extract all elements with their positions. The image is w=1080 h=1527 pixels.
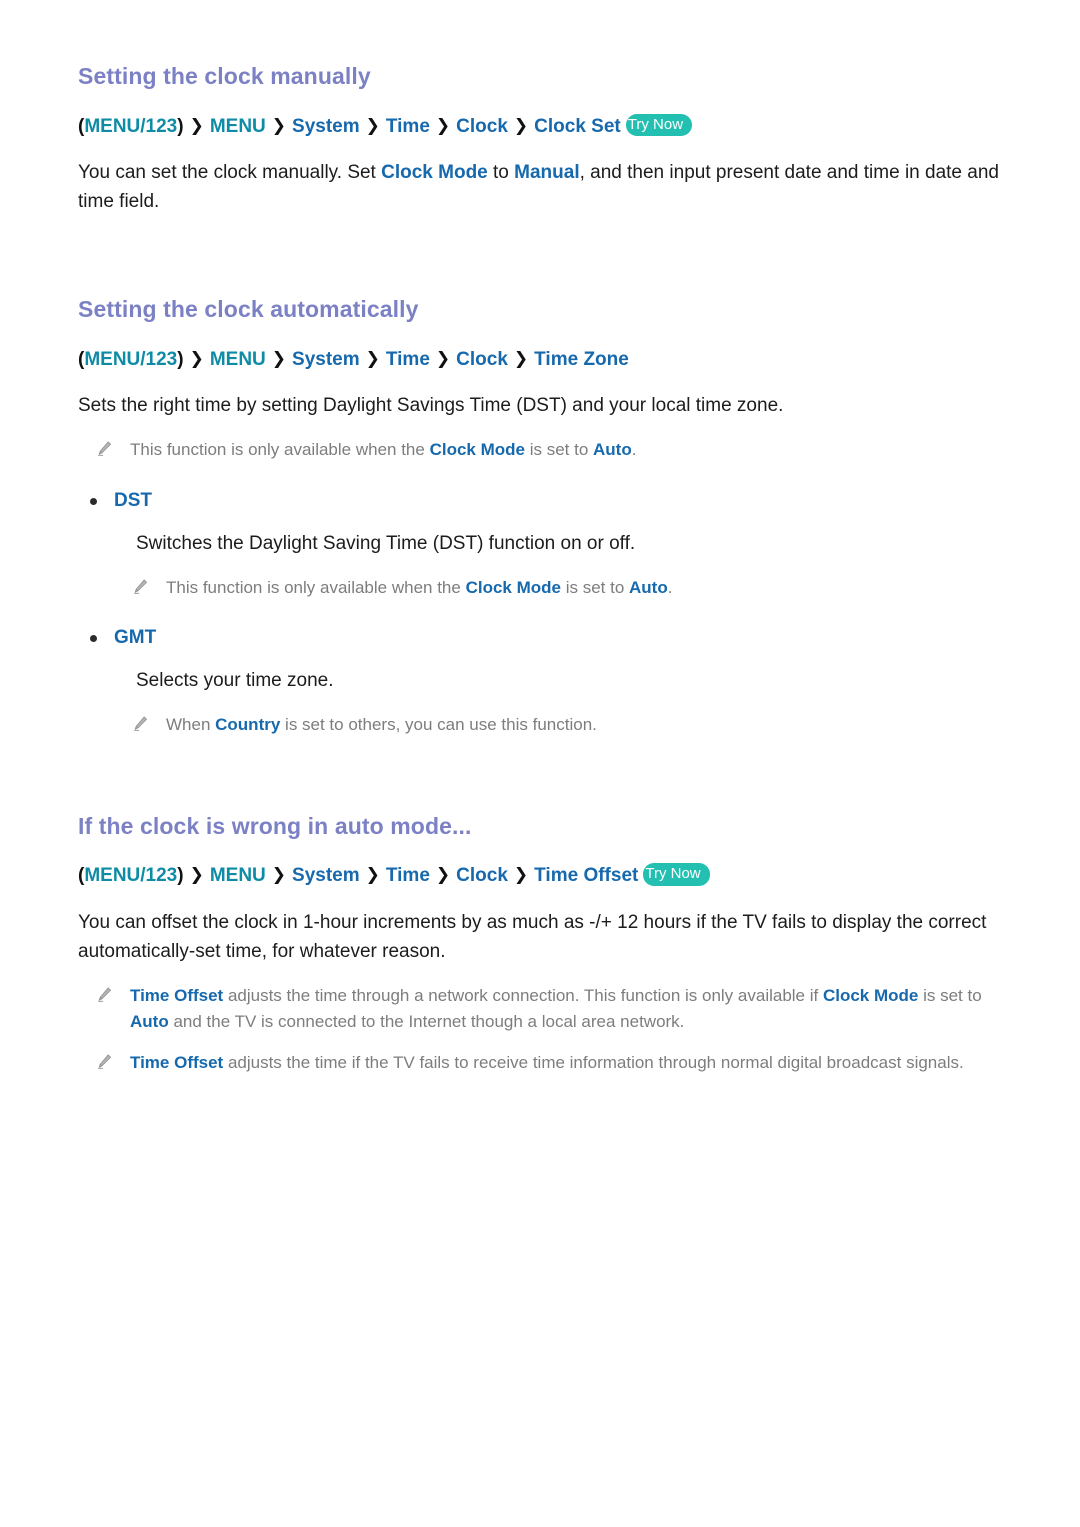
breadcrumb-item-clock[interactable]: Clock [456, 865, 508, 886]
breadcrumb-item-time[interactable]: Time [386, 865, 430, 886]
breadcrumb-item-menu[interactable]: MENU [210, 116, 266, 137]
chevron-right-icon: ❯ [513, 865, 529, 885]
note-item: Time Offset adjusts the time through a n… [88, 983, 1003, 1035]
section-setting-clock-manually: Setting the clock manually (MENU/123) ❯ ME… [78, 62, 1003, 217]
chevron-right-icon: ❯ [365, 115, 380, 135]
breadcrumb-menu-key[interactable]: MENU/123 [84, 865, 177, 886]
note-text: adjusts the time if the TV fails to rece… [223, 1053, 964, 1073]
page-title: Setting the clock manually [78, 63, 371, 89]
section-clock-wrong-auto-mode: If the clock is wrong in auto mode... (M… [78, 812, 1003, 1076]
body-text: Sets the right time by setting Daylight … [78, 395, 784, 417]
chevron-right-icon: ❯ [365, 865, 380, 885]
chevron-right-icon: ❯ [513, 348, 529, 368]
highlight-time-offset: Time Offset [130, 1053, 224, 1073]
try-now-badge[interactable]: Try Now [625, 113, 693, 136]
pencil-icon [98, 1054, 111, 1070]
note-text: This function is only available when the [166, 577, 466, 597]
try-now-badge[interactable]: Try Now [643, 863, 710, 886]
note-text: is set to [524, 440, 593, 460]
note-text: adjusts the time through a network conne… [223, 985, 823, 1005]
section-setting-clock-automatically: Setting the clock automatically (MENU/12… [78, 295, 1003, 738]
chevron-right-icon: ❯ [271, 115, 287, 135]
highlight-clock-mode: Clock Mode [465, 577, 561, 597]
list-item-gmt: GMT Selects your time zone. When Country… [78, 626, 1003, 737]
highlight-auto: Auto [130, 1011, 169, 1031]
highlight-clock-mode: Clock Mode [822, 985, 919, 1005]
option-description: Selects your time zone. [136, 670, 334, 692]
breadcrumb: (MENU/123) ❯ MENU ❯ System ❯ Time ❯ Clock ❯ Time Z… [78, 346, 1003, 375]
chevron-right-icon: ❯ [189, 115, 204, 135]
pencil-icon [98, 987, 111, 1002]
section-body: You can set the clock manually. Set Cloc… [78, 159, 1003, 217]
section-body: You can offset the clock in 1-hour incre… [78, 909, 1003, 967]
manual-page: Setting the clock manually (MENU/123) ❯ ME… [0, 0, 1080, 1527]
pencil-icon [98, 441, 111, 456]
bullet-dot-icon [90, 497, 97, 505]
highlight-auto: Auto [629, 577, 668, 597]
note-item: This function is only available when the… [124, 575, 1003, 601]
body-text: You can offset the clock in 1-hour incre… [78, 911, 987, 962]
note-item: Time Offset adjusts the time if the TV f… [88, 1050, 1003, 1076]
body-text: to [487, 162, 515, 184]
chevron-right-icon: ❯ [435, 865, 451, 885]
note-text: This function is only available when the [130, 440, 430, 460]
note-text: is set to [560, 577, 629, 597]
chevron-right-icon: ❯ [189, 348, 204, 368]
chevron-right-icon: ❯ [271, 865, 287, 885]
breadcrumb-item-clock-set[interactable]: Clock Set [534, 116, 621, 137]
breadcrumb-item-menu[interactable]: MENU [210, 865, 266, 886]
bullet-dot-icon [90, 635, 97, 643]
highlight-auto: Auto [593, 440, 632, 460]
note-text: and the TV is connected to the Internet … [168, 1011, 685, 1031]
breadcrumb-item-system[interactable]: System [292, 116, 360, 137]
note-item: When Country is set to others, you can u… [124, 712, 1003, 738]
page-content: Setting the clock manually (MENU/123) ❯ ME… [78, 62, 1003, 1120]
breadcrumb: (MENU/123) ❯ MENU ❯ System ❯ Time ❯ Clock ❯ Time O… [78, 862, 1003, 891]
breadcrumb-menu-key[interactable]: MENU/123 [84, 116, 177, 137]
breadcrumb-item-menu[interactable]: MENU [210, 349, 266, 370]
list-item-dst: DST Switches the Daylight Saving Time (D… [78, 489, 1003, 600]
breadcrumb-menu-key[interactable]: MENU/123 [84, 349, 177, 370]
highlight-clock-mode: Clock Mode [381, 162, 488, 184]
chevron-right-icon: ❯ [365, 348, 380, 368]
highlight-clock-mode: Clock Mode [429, 440, 525, 460]
breadcrumb: (MENU/123) ❯ MENU ❯ System ❯ Time ❯ Clock ❯ Clock … [78, 113, 1003, 142]
breadcrumb-item-time[interactable]: Time [386, 116, 430, 137]
breadcrumb-item-time[interactable]: Time [386, 349, 430, 370]
note-text: . [631, 440, 637, 460]
note-text: is set to [918, 985, 982, 1005]
chevron-right-icon: ❯ [435, 115, 451, 135]
option-label: DST [114, 489, 152, 511]
highlight-time-offset: Time Offset [130, 985, 224, 1005]
note-text: is set to others, you can use this funct… [280, 714, 597, 734]
breadcrumb-item-time-zone[interactable]: Time Zone [534, 349, 629, 370]
note-text: . [667, 577, 673, 597]
page-title: Setting the clock automatically [78, 296, 419, 322]
highlight-manual: Manual [514, 162, 580, 184]
breadcrumb-item-clock[interactable]: Clock [456, 349, 508, 370]
option-description: Switches the Daylight Saving Time (DST) … [136, 532, 636, 554]
breadcrumb-item-system[interactable]: System [292, 865, 360, 886]
chevron-right-icon: ❯ [189, 865, 204, 885]
breadcrumb-item-time-offset[interactable]: Time Offset [534, 865, 638, 886]
section-body: Sets the right time by setting Daylight … [78, 392, 1003, 421]
option-label: GMT [114, 627, 157, 649]
pencil-icon [134, 716, 147, 731]
breadcrumb-item-clock[interactable]: Clock [456, 116, 508, 137]
breadcrumb-close-paren: ) [177, 865, 184, 887]
pencil-icon [134, 578, 147, 594]
note-text: When [166, 714, 216, 734]
breadcrumb-item-system[interactable]: System [292, 349, 360, 370]
highlight-country: Country [215, 714, 281, 734]
body-text: You can set the clock manually. Set [78, 162, 382, 184]
chevron-right-icon: ❯ [513, 115, 529, 135]
page-title: If the clock is wrong in auto mode... [78, 812, 472, 839]
breadcrumb-close-paren: ) [177, 348, 184, 370]
chevron-right-icon: ❯ [435, 348, 451, 368]
breadcrumb-close-paren: ) [177, 115, 184, 137]
chevron-right-icon: ❯ [271, 348, 287, 368]
note-item: This function is only available when the… [88, 437, 1003, 463]
